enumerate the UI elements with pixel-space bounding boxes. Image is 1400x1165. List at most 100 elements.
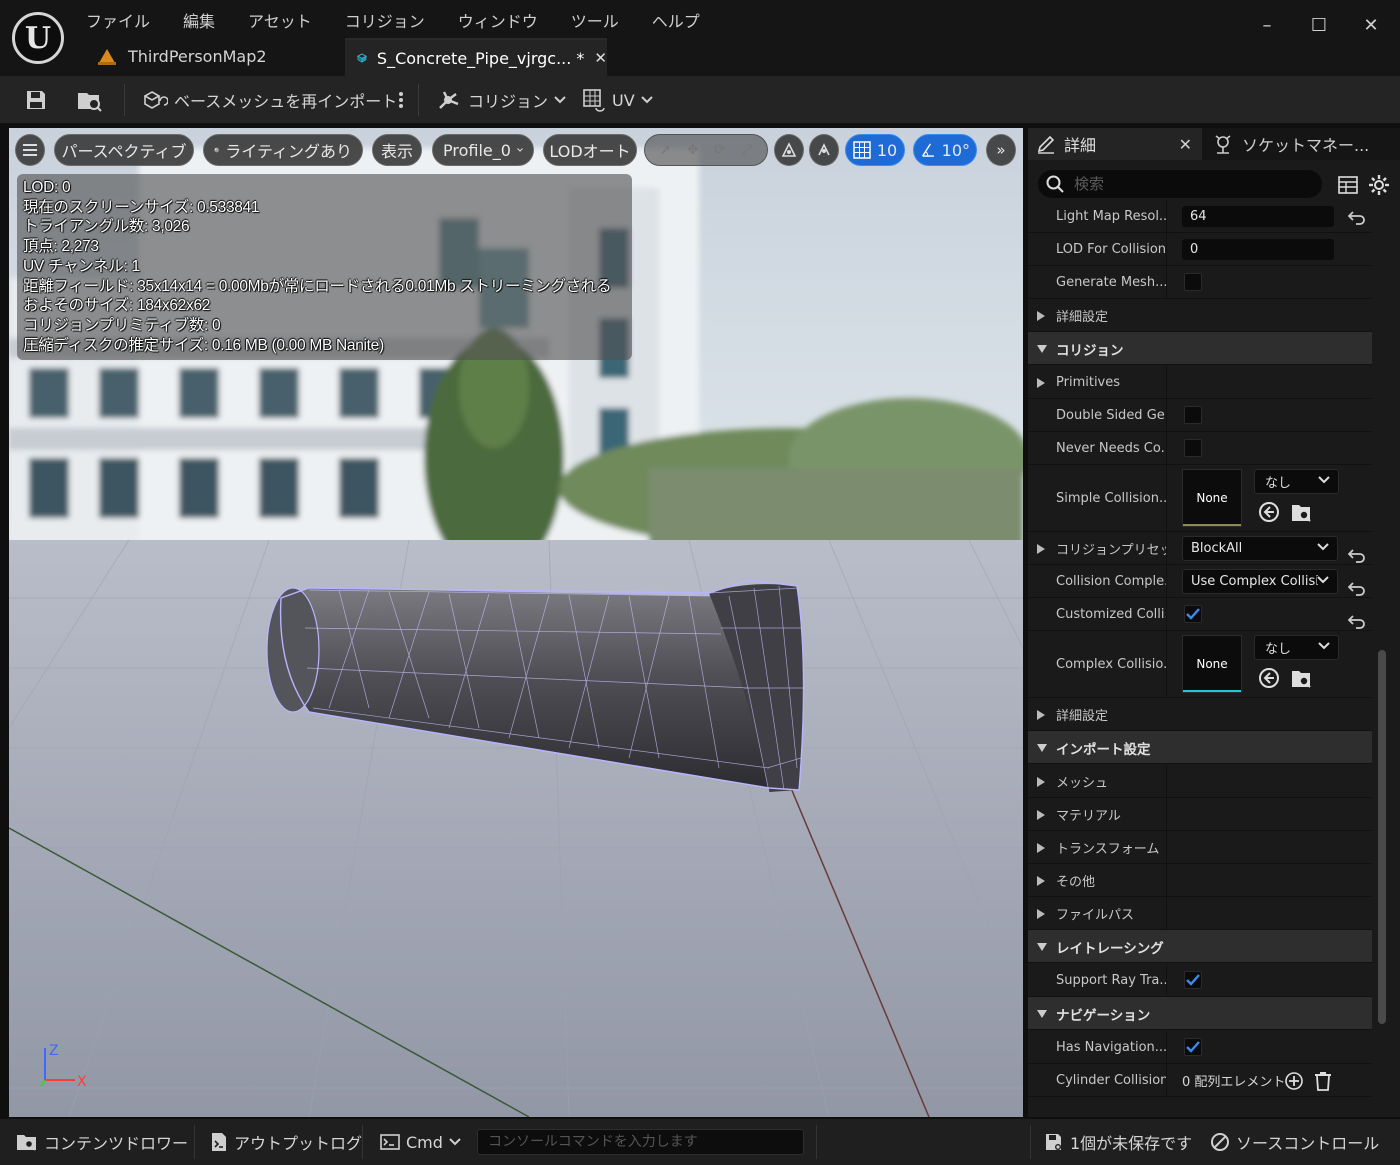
cmd-dropdown[interactable]: Cmd	[380, 1127, 461, 1157]
collision-preset-dropdown[interactable]: BlockAll	[1182, 536, 1338, 561]
minimize-icon[interactable]: –	[1254, 12, 1280, 38]
add-element-icon[interactable]	[1284, 1071, 1304, 1091]
menu-window[interactable]: ウィンドウ	[458, 6, 553, 34]
scale-tool-icon[interactable]: ⤢	[741, 142, 752, 158]
prop-misc[interactable]: その他	[1028, 864, 1372, 897]
expand-arrow-icon[interactable]	[1036, 798, 1046, 831]
menu-tools[interactable]: ツール	[571, 6, 634, 34]
browse-asset-icon[interactable]	[1290, 501, 1312, 523]
rotate-tool-icon[interactable]: ⟳	[714, 142, 726, 158]
expand-arrow-icon[interactable]	[1036, 299, 1046, 332]
move-tool-icon[interactable]: ✥	[687, 142, 699, 158]
viewport-expand-button[interactable]: »	[986, 134, 1016, 166]
prop-advanced-2[interactable]: 詳細設定	[1028, 698, 1372, 731]
category-collision[interactable]: コリジョン	[1028, 332, 1372, 365]
toolbar-more-options[interactable]	[398, 84, 404, 116]
menu-edit[interactable]: 編集	[183, 6, 230, 34]
details-search-input[interactable]	[1074, 175, 1294, 193]
source-control-button[interactable]: ソースコントロール	[1210, 1127, 1379, 1157]
reset-to-default-icon[interactable]	[1348, 612, 1366, 630]
menu-help[interactable]: ヘルプ	[652, 6, 715, 34]
prop-primitives[interactable]: Primitives	[1028, 366, 1372, 399]
scrollbar-thumb[interactable]	[1378, 650, 1386, 1024]
use-selected-asset-icon[interactable]	[1258, 667, 1280, 689]
expand-arrow-icon[interactable]	[1036, 864, 1046, 897]
menu-file[interactable]: ファイル	[86, 6, 165, 34]
menu-asset[interactable]: アセット	[248, 6, 327, 34]
collapse-arrow-icon[interactable]	[1036, 997, 1048, 1030]
details-scrollbar[interactable]	[1378, 210, 1386, 1115]
expand-arrow-icon[interactable]	[1036, 366, 1046, 399]
close-icon[interactable]: ✕	[1179, 135, 1192, 154]
console-command-input[interactable]	[477, 1129, 804, 1155]
collision-dropdown-button[interactable]: コリジョン	[436, 84, 566, 116]
show-flags-button[interactable]: 表示	[372, 134, 422, 166]
save-button[interactable]	[24, 84, 48, 116]
close-window-icon[interactable]: ✕	[1358, 12, 1384, 38]
never-needs-checkbox[interactable]	[1184, 439, 1202, 457]
select-tool-icon[interactable]: ➚	[660, 142, 672, 158]
profile-dropdown[interactable]: Profile_0	[432, 134, 534, 166]
unsaved-assets-button[interactable]: 1個が未保存です	[1044, 1127, 1192, 1157]
expand-arrow-icon[interactable]	[1036, 698, 1046, 731]
content-drawer-button[interactable]: コンテンツドロワー	[16, 1127, 188, 1157]
maximize-icon[interactable]: ☐	[1306, 12, 1332, 38]
prop-mesh[interactable]: メッシュ	[1028, 765, 1372, 798]
expand-arrow-icon[interactable]	[1036, 831, 1046, 864]
gear-icon[interactable]	[1368, 174, 1390, 196]
viewport-menu-button[interactable]	[15, 134, 45, 166]
trash-icon[interactable]	[1314, 1071, 1332, 1091]
generate-mesh-checkbox[interactable]	[1184, 273, 1202, 291]
reset-to-default-icon[interactable]	[1348, 208, 1366, 226]
expand-arrow-icon[interactable]	[1036, 765, 1046, 798]
menu-collision[interactable]: コリジョン	[345, 6, 440, 34]
lighting-mode-button[interactable]: ライティングあり	[203, 134, 363, 166]
tab-socket-manager[interactable]: ソケットマネー...	[1212, 128, 1400, 160]
simple-collision-dropdown[interactable]: なし	[1254, 469, 1339, 494]
light-map-res-input[interactable]: 64	[1182, 206, 1334, 227]
table-view-icon[interactable]	[1338, 175, 1358, 195]
has-navigation-checkbox[interactable]	[1184, 1038, 1202, 1056]
tab-third-person-map[interactable]: ThirdPersonMap2	[80, 38, 342, 74]
collapse-arrow-icon[interactable]	[1036, 731, 1048, 764]
perspective-button[interactable]: パースペクティブ	[54, 134, 194, 166]
complex-collision-dropdown[interactable]: なし	[1254, 635, 1339, 660]
uv-dropdown-button[interactable]: UV	[582, 84, 653, 116]
coordinate-space-button[interactable]	[774, 134, 804, 166]
lod-dropdown[interactable]: LODオート	[543, 134, 637, 166]
browse-asset-icon[interactable]	[1290, 667, 1312, 689]
double-sided-checkbox[interactable]	[1184, 406, 1202, 424]
prop-file-path[interactable]: ファイルパス	[1028, 897, 1372, 930]
expand-arrow-icon[interactable]	[1036, 897, 1046, 930]
customized-collision-checkbox[interactable]	[1184, 605, 1202, 623]
mesh-viewport[interactable]: パースペクティブ ライティングあり 表示 Profile_0 LODオート ➚ …	[9, 128, 1023, 1117]
prop-transform[interactable]: トランスフォーム	[1028, 831, 1372, 864]
grid-snap-toggle[interactable]: 10	[845, 134, 905, 166]
collapse-arrow-icon[interactable]	[1036, 930, 1048, 963]
category-navigation[interactable]: ナビゲーション	[1028, 997, 1372, 1030]
prop-advanced-1[interactable]: 詳細設定	[1028, 299, 1372, 332]
prop-collision-presets[interactable]: コリジョンプリセット BlockAll	[1028, 532, 1372, 565]
expand-arrow-icon[interactable]	[1036, 532, 1046, 565]
unreal-logo-icon[interactable]: U	[12, 12, 64, 64]
simple-collision-thumbnail[interactable]: None	[1182, 469, 1242, 527]
use-selected-asset-icon[interactable]	[1258, 501, 1280, 523]
reset-to-default-icon[interactable]	[1348, 579, 1366, 597]
support-ray-tracing-checkbox[interactable]	[1184, 971, 1202, 989]
category-ray-tracing[interactable]: レイトレーシング	[1028, 930, 1372, 963]
collision-complexity-dropdown[interactable]: Use Complex Collisi	[1182, 569, 1338, 594]
complex-collision-thumbnail[interactable]: None	[1182, 635, 1242, 693]
rotation-snap-toggle[interactable]: 10°	[913, 134, 977, 166]
category-import-settings[interactable]: インポート設定	[1028, 731, 1372, 764]
lod-for-collision-input[interactable]: 0	[1182, 239, 1334, 260]
output-log-button[interactable]: アウトプットログ	[210, 1127, 362, 1157]
tab-details[interactable]: 詳細 ✕	[1028, 128, 1202, 160]
reset-to-default-icon[interactable]	[1348, 546, 1366, 564]
prop-material[interactable]: マテリアル	[1028, 798, 1372, 831]
tab-static-mesh[interactable]: S_Concrete_Pipe_vjrgc... * ✕	[345, 38, 607, 76]
surface-snap-button[interactable]	[809, 134, 839, 166]
browse-asset-button[interactable]	[76, 84, 104, 116]
tab-close-icon[interactable]: ✕	[594, 49, 607, 67]
collapse-arrow-icon[interactable]	[1036, 332, 1048, 365]
reimport-base-mesh-button[interactable]: ベースメッシュを再インポート	[144, 84, 397, 116]
